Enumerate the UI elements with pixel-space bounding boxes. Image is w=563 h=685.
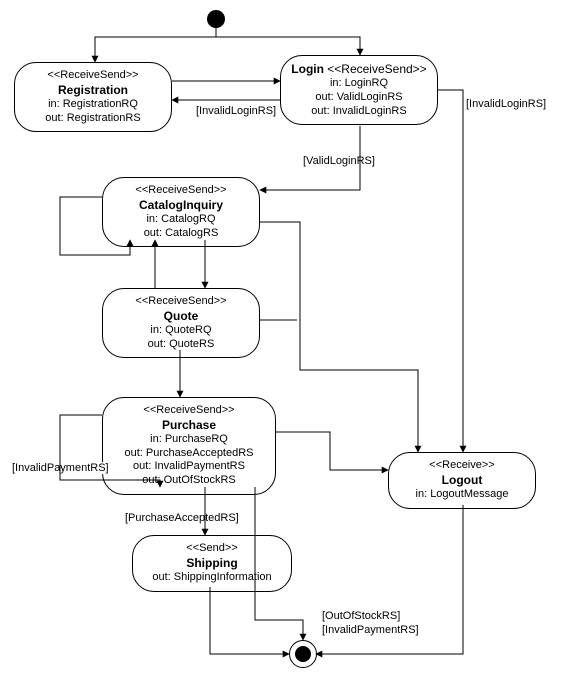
- edge-label-invalid-payment-rs-right: [InvalidPaymentRS]: [322, 624, 419, 636]
- activity-title: Registration: [21, 83, 165, 98]
- activity-registration: <<ReceiveSend>> Registration in: Registr…: [14, 62, 172, 132]
- edge-label-purchase-accepted-rs: [PurchaseAcceptedRS]: [125, 512, 239, 524]
- activity-io: in: QuoteRQ out: QuoteRS: [109, 324, 253, 352]
- activity-logout: <<Receive>> Logout in: LogoutMessage: [388, 452, 536, 509]
- activity-purchase: <<ReceiveSend>> Purchase in: PurchaseRQ …: [102, 397, 276, 495]
- activity-diagram: <<ReceiveSend>> Registration in: Registr…: [0, 0, 563, 685]
- start-node: [207, 10, 225, 28]
- activity-shipping: <<Send>> Shipping out: ShippingInformati…: [132, 535, 292, 592]
- activity-title: Logout: [395, 473, 529, 488]
- activity-title: Quote: [109, 309, 253, 324]
- activity-io: out: ShippingInformation: [139, 571, 285, 585]
- activity-title: CatalogInquiry: [109, 198, 253, 213]
- activity-title: Shipping: [139, 556, 285, 571]
- activity-title: Login <<ReceiveSend>>: [287, 62, 431, 77]
- stereotype: <<ReceiveSend>>: [109, 295, 253, 309]
- edge-label-out-of-stock-rs: [OutOfStockRS]: [322, 610, 400, 622]
- edge-label-invalid-login-rs-left: [InvalidLoginRS]: [196, 105, 276, 117]
- stereotype: <<ReceiveSend>>: [21, 69, 165, 83]
- edge-label-invalid-login-rs-right: [InvalidLoginRS]: [466, 98, 546, 110]
- stereotype: <<Send>>: [139, 542, 285, 556]
- activity-io: in: LoginRQ out: ValidLoginRS out: Inval…: [287, 77, 431, 118]
- activity-login: Login <<ReceiveSend>> in: LoginRQ out: V…: [280, 55, 438, 125]
- activity-io: in: LogoutMessage: [395, 488, 529, 502]
- activity-quote: <<ReceiveSend>> Quote in: QuoteRQ out: Q…: [102, 288, 260, 358]
- edge-label-invalid-payment-rs-left: [InvalidPaymentRS]: [12, 462, 109, 474]
- activity-catalog: <<ReceiveSend>> CatalogInquiry in: Catal…: [102, 177, 260, 247]
- stereotype: <<Receive>>: [395, 459, 529, 473]
- end-node-inner: [295, 646, 311, 662]
- activity-io: in: PurchaseRQ out: PurchaseAcceptedRS o…: [109, 433, 269, 488]
- end-node: [289, 640, 317, 668]
- activity-io: in: CatalogRQ out: CatalogRS: [109, 213, 253, 241]
- stereotype: <<ReceiveSend>>: [109, 404, 269, 418]
- activity-io: in: RegistrationRQ out: RegistrationRS: [21, 98, 165, 126]
- edge-label-valid-login-rs: [ValidLoginRS]: [303, 155, 375, 167]
- activity-title: Purchase: [109, 418, 269, 433]
- stereotype: <<ReceiveSend>>: [109, 184, 253, 198]
